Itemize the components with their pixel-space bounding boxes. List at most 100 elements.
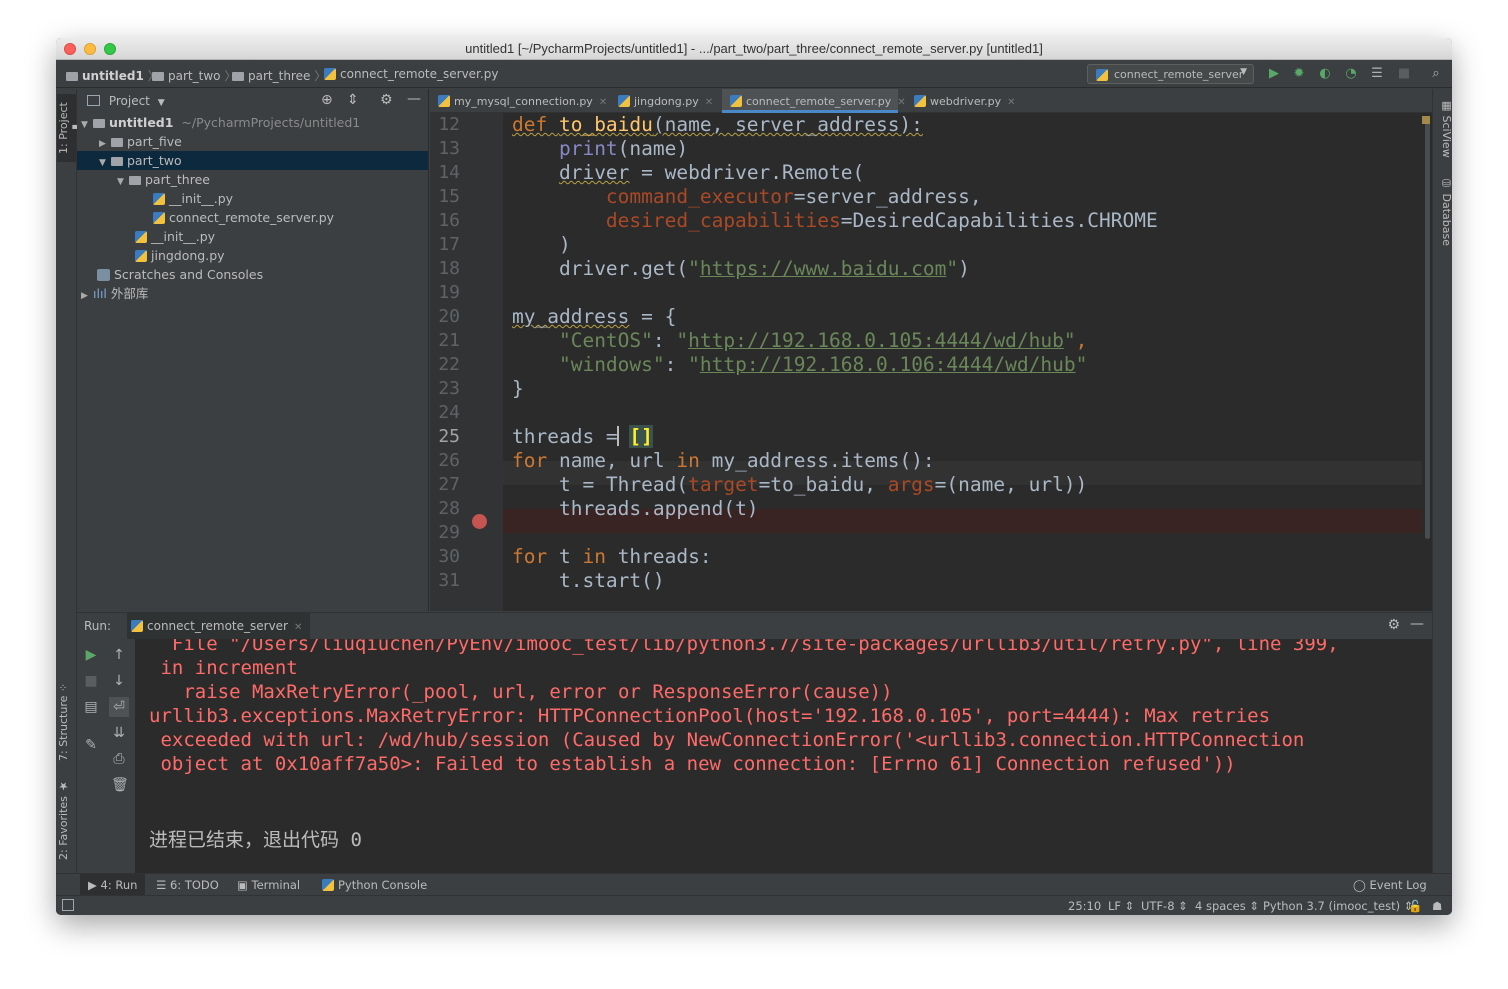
code-line-31: t.start(): [558, 569, 665, 592]
line-separator-select[interactable]: LF ⇕: [1108, 899, 1134, 913]
line-number: 20: [438, 306, 460, 327]
breadcrumb-file[interactable]: connect_remote_server.py: [324, 67, 498, 81]
tree-item-init-py[interactable]: __init__.py: [77, 189, 428, 208]
tree-item-part-two[interactable]: ▼ part_two: [77, 151, 428, 170]
code-text[interactable]: def to_baidu(name, server_address): prin…: [512, 113, 1422, 611]
line-number: 30: [438, 546, 460, 567]
line-number: 29: [438, 522, 460, 543]
close-tab-icon[interactable]: ✕: [897, 97, 905, 108]
collapse-all-icon[interactable]: ⇕: [347, 92, 359, 108]
ide-window: untitled1 [~/PycharmProjects/untitled1] …: [56, 38, 1452, 915]
indent-select[interactable]: 4 spaces ⇕: [1195, 899, 1259, 913]
stop-icon[interactable]: ■: [83, 673, 99, 689]
search-icon[interactable]: ⌕: [1429, 67, 1443, 81]
inspector-icon[interactable]: ☗: [1432, 899, 1442, 913]
gear-icon[interactable]: ⚙: [380, 92, 393, 108]
tree-item-untitled1[interactable]: ▼ untitled1 ~/PycharmProjects/untitled1: [77, 113, 428, 132]
run-icon[interactable]: ▶: [1267, 67, 1281, 81]
line-number: 28: [438, 498, 460, 519]
line-number: 19: [438, 282, 460, 303]
project-tool-tab[interactable]: 1: Project ▬: [57, 94, 83, 162]
project-panel-header: Project ▼ ⊕ ⇕ ⚙ —: [77, 89, 428, 112]
text-cursor: [617, 426, 620, 446]
tree-item-connect-remote-server[interactable]: connect_remote_server.py: [77, 208, 428, 227]
left-tool-strip: 1: Project ▬ 7: Structure ⁘ 2: Favorites…: [56, 89, 83, 873]
line-number: 16: [438, 210, 460, 231]
line-number: 18: [438, 258, 460, 279]
print-icon[interactable]: ⎙: [111, 751, 127, 767]
python-file-icon: [730, 95, 742, 107]
encoding-select[interactable]: UTF-8 ⇕: [1141, 899, 1188, 913]
close-tab-icon[interactable]: ✕: [705, 97, 713, 108]
console-line: urllib3.exceptions.MaxRetryError: HTTPCo…: [149, 705, 1271, 727]
hide-panel-icon[interactable]: —: [1410, 616, 1424, 632]
close-tab-icon[interactable]: ✕: [294, 622, 302, 633]
tree-item-init-py[interactable]: __init__.py: [77, 227, 428, 246]
project-view-select[interactable]: Project: [109, 94, 150, 108]
close-tab-icon[interactable]: ✕: [599, 97, 607, 108]
hide-panel-icon[interactable]: —: [407, 91, 421, 107]
close-tab-icon[interactable]: ✕: [1007, 97, 1015, 108]
terminal-tool-tab[interactable]: ▣ Terminal: [237, 878, 300, 892]
code-line-21: "CentOS": "http://192.168.0.105:4444/wd/…: [558, 329, 1088, 352]
lock-icon[interactable]: 🔓: [1408, 899, 1422, 913]
python-file-icon: [135, 231, 147, 243]
favorites-tool-tab[interactable]: 2: Favorites ★: [57, 779, 76, 861]
breadcrumb-untitled1[interactable]: untitled1 〉: [66, 67, 160, 84]
line-number: 21: [438, 330, 460, 351]
locate-file-icon[interactable]: ⊕: [321, 92, 333, 108]
code-line-14: driver = webdriver.Remote(: [558, 161, 865, 184]
tree-item-part-five[interactable]: ▶ part_five: [77, 132, 428, 151]
line-number: 31: [438, 570, 460, 591]
debug-icon[interactable]: ✹: [1292, 67, 1306, 81]
concurrency-icon[interactable]: ☰: [1370, 67, 1384, 81]
python-console-tool-tab[interactable]: Python Console: [322, 878, 427, 892]
pin-icon[interactable]: ✎: [83, 737, 99, 753]
profile-icon[interactable]: ◔: [1344, 67, 1358, 81]
rerun-icon[interactable]: ▶: [83, 647, 99, 663]
run-configuration-select[interactable]: connect_remote_server ▼: [1087, 64, 1254, 84]
console-output[interactable]: File "/Users/liuqiuchen/PyEnv/imooc_test…: [135, 639, 1432, 873]
up-arrow-icon[interactable]: ↑: [111, 647, 127, 663]
tree-item-jingdong[interactable]: jingdong.py: [77, 246, 428, 265]
down-arrow-icon[interactable]: ↓: [111, 673, 127, 689]
sciview-tool-tab[interactable]: ▦ SciView: [1434, 97, 1452, 159]
tree-item-external-libraries[interactable]: ▶ ılıl 外部库: [77, 284, 428, 303]
soft-wrap-icon[interactable]: ⏎: [109, 697, 129, 717]
database-tool-tab[interactable]: ⛁ Database: [1434, 175, 1452, 247]
run-tab[interactable]: connect_remote_server ✕: [127, 613, 311, 639]
toggle-tool-windows-icon[interactable]: [62, 899, 74, 911]
package-folder-icon: [111, 138, 123, 147]
layout-icon[interactable]: ▤: [83, 699, 99, 715]
breakpoint-icon[interactable]: [472, 514, 487, 529]
line-number: 13: [438, 138, 460, 159]
editor-tab-jingdong[interactable]: jingdong.py ✕: [610, 89, 714, 113]
interpreter-select[interactable]: Python 3.7 (imooc_test) ⇕: [1263, 899, 1413, 913]
line-number: 25: [438, 426, 460, 447]
trash-icon[interactable]: 🗑: [111, 777, 129, 793]
code-line-27: t = Thread(target=to_baidu, args=(name, …: [558, 473, 1088, 496]
structure-tool-tab[interactable]: 7: Structure ⁘: [57, 681, 76, 763]
editor-tab-connect-remote-server[interactable]: connect_remote_server.py ✕: [722, 89, 906, 113]
code-line-23: }: [512, 377, 524, 400]
event-log-tool-tab[interactable]: ◯ Event Log: [1353, 878, 1427, 892]
run-tool-tab[interactable]: ▶ 4: Run: [80, 874, 146, 896]
run-panel-header: Run: connect_remote_server ✕ ⚙ —: [77, 613, 1432, 639]
tree-item-scratches[interactable]: Scratches and Consoles: [77, 265, 428, 284]
tree-item-part-three[interactable]: ▼ part_three: [77, 170, 428, 189]
chevron-down-icon[interactable]: ▼: [158, 98, 165, 108]
coverage-icon[interactable]: ◐: [1318, 67, 1332, 81]
right-tool-strip: ▦ SciView ⛁ Database: [1432, 89, 1452, 873]
caret-position[interactable]: 25:10: [1068, 899, 1101, 913]
console-line: object at 0x10aff7a50>: Failed to establ…: [149, 753, 1236, 775]
todo-tool-tab[interactable]: ☰ 6: TODO: [156, 878, 219, 892]
gear-icon[interactable]: ⚙: [1387, 617, 1400, 633]
editor-tab-webdriver[interactable]: webdriver.py ✕: [906, 89, 1026, 113]
breadcrumb-part-two[interactable]: part_two 〉: [152, 67, 236, 84]
scroll-to-end-icon[interactable]: ⇊: [111, 725, 127, 741]
code-line-13: print(name): [558, 137, 689, 160]
breadcrumb-part-three[interactable]: part_three 〉: [232, 67, 326, 84]
stop-icon[interactable]: ■: [1397, 67, 1411, 81]
python-file-icon: [135, 250, 147, 262]
editor-scrollbar[interactable]: [1425, 119, 1430, 539]
